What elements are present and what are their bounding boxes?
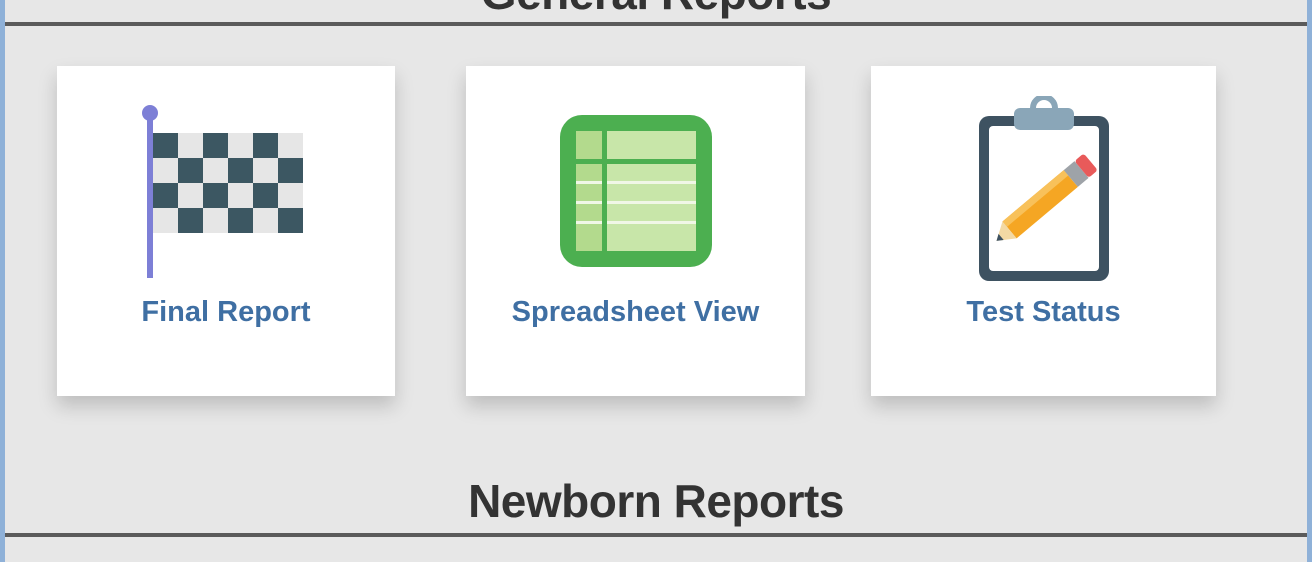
spreadsheet-icon [466,96,805,286]
section-title-newborn-reports: Newborn Reports [468,475,844,527]
section-title-general-reports: General Reports [0,0,1312,16]
spreadsheet-view-tile[interactable]: Spreadsheet View [466,66,805,396]
test-status-tile[interactable]: Test Status [871,66,1216,396]
clipboard-pencil-icon [871,96,1216,286]
spreadsheet-view-label: Spreadsheet View [511,296,760,328]
checkered-flag-icon [57,96,395,286]
section-divider [5,533,1307,537]
final-report-label: Final Report [141,296,311,328]
section-divider [5,22,1307,26]
final-report-tile[interactable]: Final Report [57,66,395,396]
test-status-label: Test Status [966,296,1121,328]
